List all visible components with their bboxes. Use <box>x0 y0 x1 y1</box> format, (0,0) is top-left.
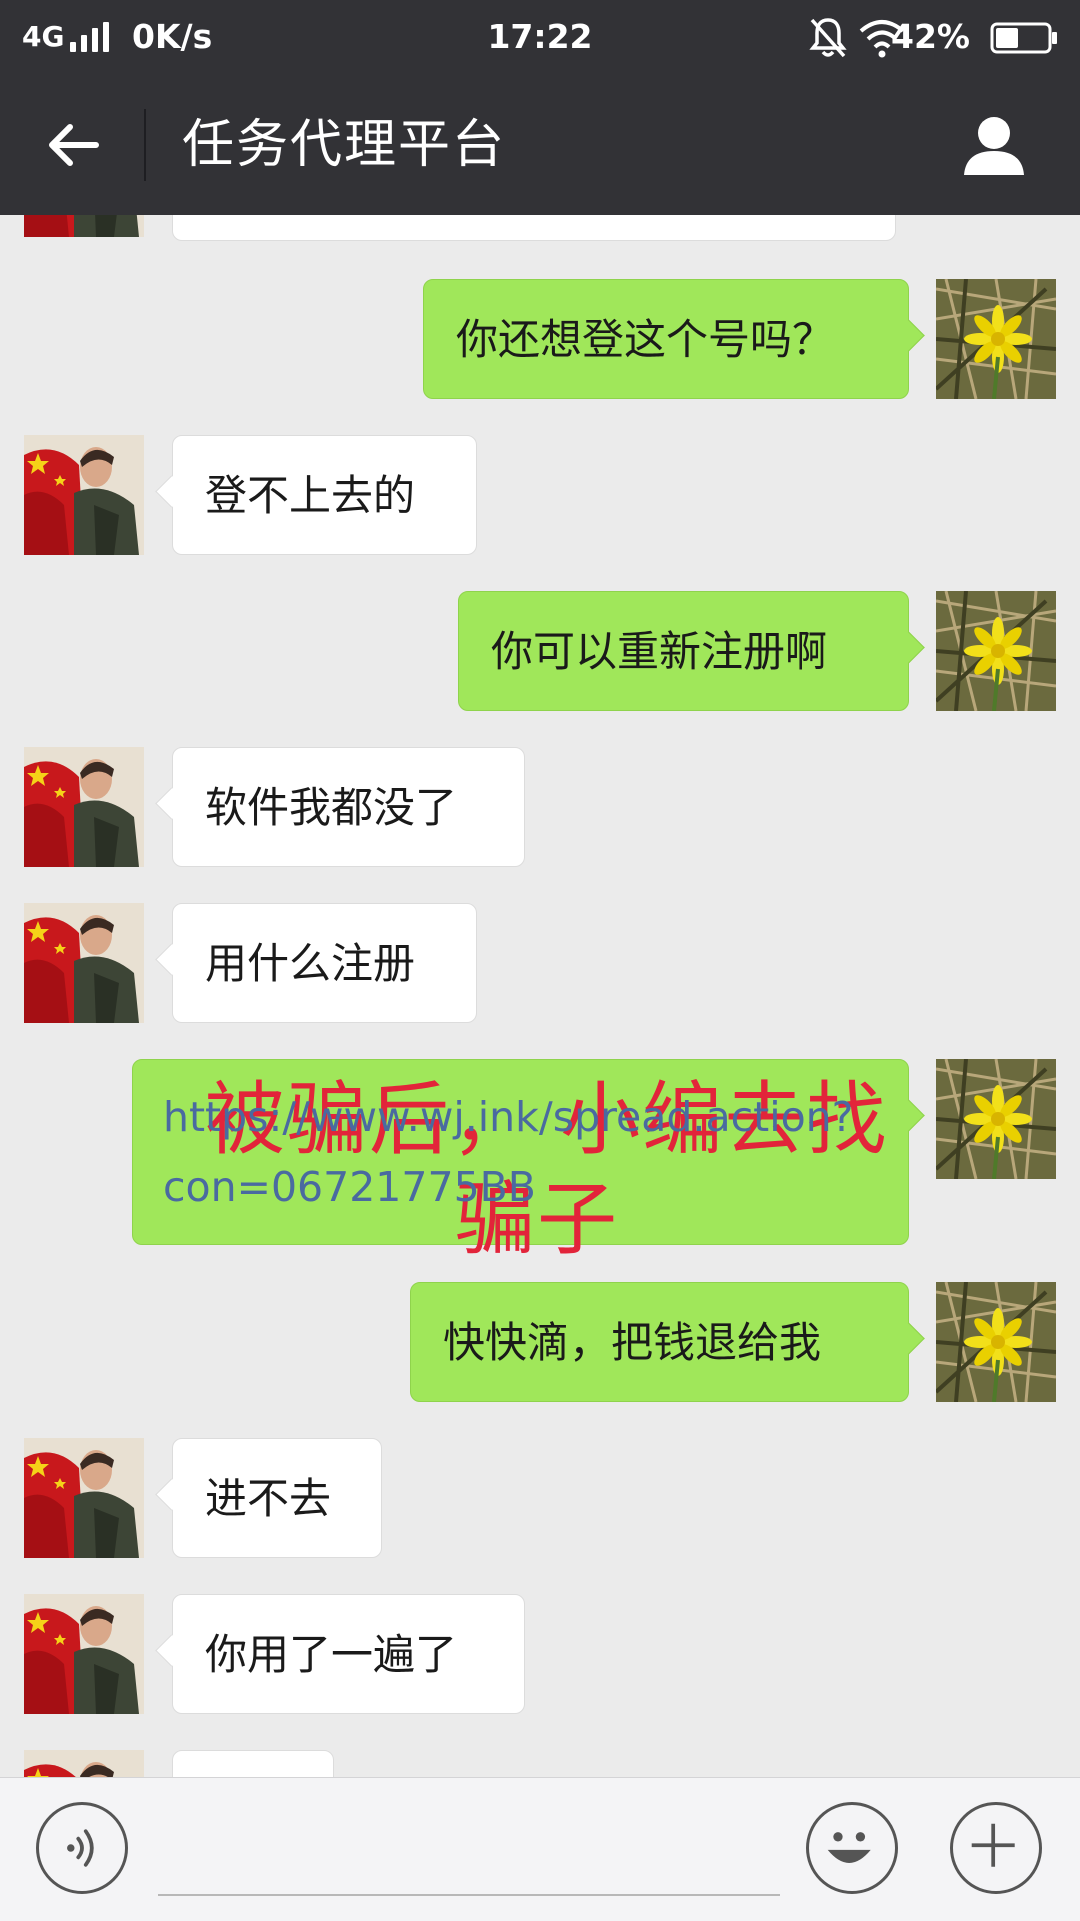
message-text: 你可以重新注册啊 <box>491 627 828 676</box>
contact-avatar[interactable] <box>24 1594 144 1714</box>
my-avatar[interactable] <box>936 279 1056 399</box>
message-text: 快快滴，把钱退给我 <box>443 1318 822 1367</box>
message-bubble-sent[interactable]: 快快滴，把钱退给我 <box>410 1282 909 1402</box>
message-text: 软件我都没了 <box>205 783 458 832</box>
contact-avatar[interactable] <box>24 215 144 237</box>
message-text: 登不上去的 <box>205 471 416 520</box>
link-line-2[interactable]: con=06721775BB <box>163 1152 878 1222</box>
message-bubble-received[interactable]: 登不上去的 <box>172 435 477 555</box>
contact-avatar[interactable] <box>24 903 144 1023</box>
more-button[interactable] <box>950 1802 1042 1894</box>
message-bubble-sent[interactable]: 你还想登这个号吗？ <box>423 279 909 399</box>
emoji-button[interactable] <box>806 1802 898 1894</box>
battery-percent: 42% <box>891 17 970 56</box>
message-text: 进不去 <box>205 1474 332 1523</box>
contact-avatar[interactable] <box>24 747 144 867</box>
chat-header: 任务代理平台 <box>0 75 1080 215</box>
header-divider <box>144 109 146 181</box>
status-bar: 4G 0K/s 17:22 42% <box>0 0 1080 75</box>
message-input[interactable] <box>158 1894 780 1896</box>
message-bubble-received[interactable] <box>172 215 896 241</box>
message-bubble-received[interactable] <box>172 1750 334 1777</box>
message-list[interactable]: 你还想登这个号吗？ 登不上去的 你可以重新注册啊 软件我都没了 用什么注册 ht… <box>0 215 1080 1777</box>
contact-avatar[interactable] <box>24 1750 144 1777</box>
message-text: 用什么注册 <box>205 939 416 988</box>
link-line-1[interactable]: https://www.wj.ink/spread.action? <box>163 1082 878 1152</box>
input-bar <box>0 1777 1080 1921</box>
person-icon[interactable] <box>962 113 1026 177</box>
message-bubble-received[interactable]: 进不去 <box>172 1438 382 1558</box>
mute-bell-icon <box>809 18 847 58</box>
voice-icon <box>67 1829 94 1867</box>
message-text: 你还想登这个号吗？ <box>456 315 835 364</box>
emoji-icon <box>827 1832 871 1863</box>
plus-icon <box>971 1823 1015 1867</box>
voice-button[interactable] <box>36 1802 128 1894</box>
contact-avatar[interactable] <box>24 435 144 555</box>
my-avatar[interactable] <box>936 1059 1056 1179</box>
contact-avatar[interactable] <box>24 1438 144 1558</box>
my-avatar[interactable] <box>936 591 1056 711</box>
message-bubble-received[interactable]: 你用了一遍了 <box>172 1594 525 1714</box>
chat-title: 任务代理平台 <box>182 115 507 175</box>
back-arrow-icon[interactable] <box>44 117 100 173</box>
message-bubble-sent-link[interactable]: https://www.wj.ink/spread.action? con=06… <box>132 1059 909 1245</box>
my-avatar[interactable] <box>936 1282 1056 1402</box>
message-bubble-sent[interactable]: 你可以重新注册啊 <box>458 591 909 711</box>
battery-icon <box>990 22 1057 54</box>
message-text: 你用了一遍了 <box>205 1630 458 1679</box>
message-bubble-received[interactable]: 软件我都没了 <box>172 747 525 867</box>
message-bubble-received[interactable]: 用什么注册 <box>172 903 477 1023</box>
